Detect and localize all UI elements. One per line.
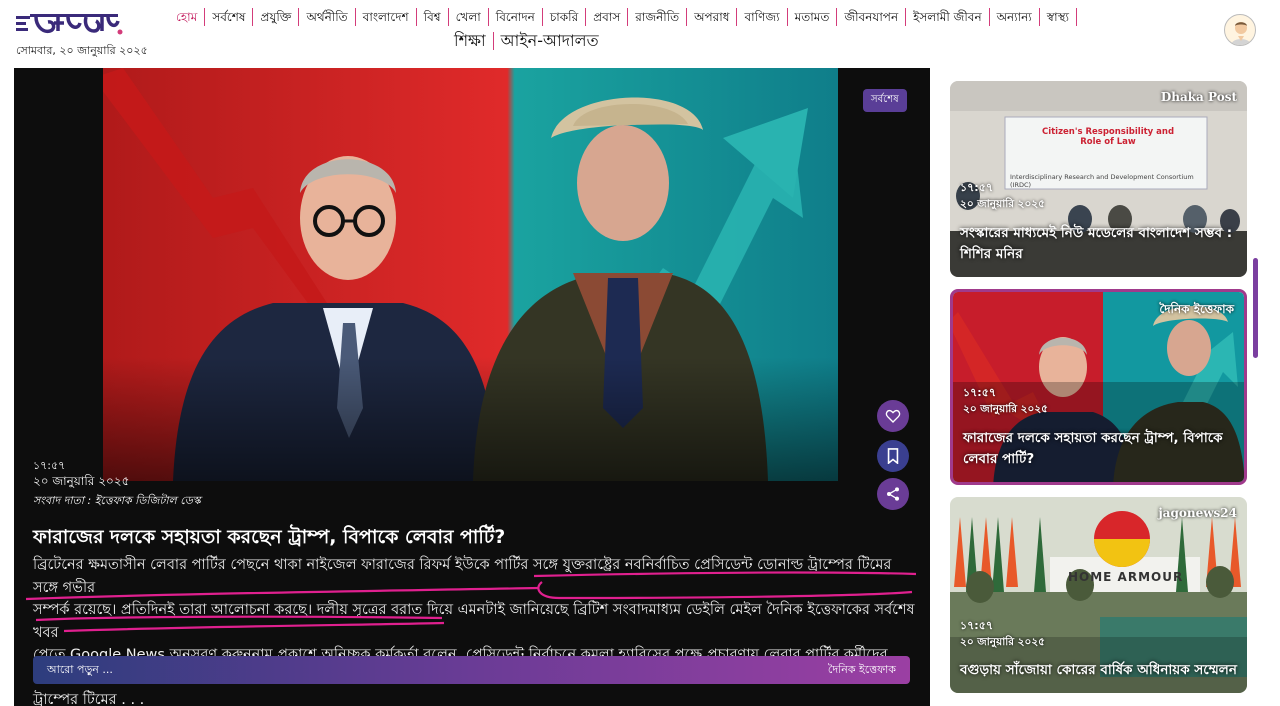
nav-item[interactable]: হোম [168, 8, 206, 26]
card-time: ১৭:৫৭ [963, 386, 996, 399]
banner-title: Citizen's Responsibility and Role of Law [1041, 127, 1175, 147]
nav-item[interactable]: সর্বশেষ [205, 8, 254, 26]
card-date: ২০ জানুয়ারি ২০২৫ [960, 198, 1045, 210]
sidebar-news-card[interactable]: Citizen's Responsibility and Role of Law… [950, 81, 1247, 277]
user-avatar[interactable] [1224, 14, 1256, 46]
nav-item[interactable]: বাণিজ্য [737, 8, 788, 26]
card-title[interactable]: সংস্কারের মাধ্যমেই নিউ মডেলের বাংলাদেশ স… [960, 223, 1242, 265]
card-source: Dhaka Post [1160, 90, 1237, 104]
card-source: jagonews24 [1158, 506, 1237, 520]
top-header: সোমবার, ২০ জানুয়ারি ২০২৫ হোম সর্বশেষ প্রয… [0, 0, 1280, 66]
read-more-link[interactable]: আরো পড়ুন ... [47, 661, 113, 680]
summary-line: সম্পর্ক রয়েছে। প্রতিদিনই তারা আলোচনা কর… [33, 602, 915, 641]
publisher-name: দৈনিক ইত্তেফাক [827, 662, 896, 676]
nav-item[interactable]: বিশ্ব [417, 8, 449, 26]
share-icon [887, 487, 899, 501]
nav-item[interactable]: অপরাধ [687, 8, 738, 26]
news-headline[interactable]: ফারাজের দলকে সহায়তা করছেন ট্রাম্প, বিপা… [33, 523, 505, 555]
nav-row-secondary: শিক্ষা আইন-আদালত [447, 32, 606, 50]
summary-line: ট্রাম্পের টিমের . . . [33, 692, 145, 706]
nav-item[interactable]: বাংলাদেশ [356, 8, 417, 26]
news-reporter: সংবাদ দাতা : ইত্তেফাক ডিজিটাল ডেস্ক [33, 494, 201, 507]
nav-item[interactable]: চাকরি [543, 8, 587, 26]
nav-item[interactable]: জীবনযাপন [837, 8, 907, 26]
card-time: ১৭:৫৭ [960, 619, 993, 632]
card-source: দৈনিক ইত্তেফাক [1159, 302, 1234, 316]
like-button[interactable] [877, 400, 909, 432]
nav-row-primary: হোম সর্বশেষ প্রযুক্তি অর্থনীতি বাংলাদেশ বিশ্ব… [168, 6, 1208, 28]
read-more-bar[interactable]: আরো পড়ুন ... দৈনিক ইত্তেফাক [33, 656, 910, 684]
card-date: ২০ জানুয়ারি ২০২৫ [963, 403, 1048, 415]
sidebar-news-card[interactable]: HOME ARMOUR jagonews24 ১৭:৫৭ ২০ জানুয়ার… [950, 497, 1247, 693]
user-icon [1231, 22, 1251, 45]
nav-item[interactable]: প্রযুক্তি [253, 8, 300, 26]
card-title[interactable]: ফারাজের দলকে সহায়তা করছেন ট্রাম্প, বিপা… [963, 428, 1244, 470]
heart-icon [885, 409, 901, 423]
nav-item[interactable]: অন্যান্য [990, 8, 1040, 26]
nav-item[interactable]: আইন-আদালত [494, 32, 606, 50]
featured-image[interactable] [103, 68, 838, 481]
card-date: ২০ জানুয়ারি ২০২৫ [960, 636, 1045, 648]
bookmark-button[interactable] [877, 440, 909, 472]
main-nav: হোম সর্বশেষ প্রযুক্তি অর্থনীতি বাংলাদেশ বিশ্ব… [168, 6, 1208, 28]
featured-news-card[interactable]: সর্বশেষ ১৭:৫৭ ২০ জানুয়ারি ২০২৫ সংবাদ দা… [14, 68, 930, 706]
nav-item[interactable]: স্বাস্থ্য [1040, 8, 1078, 26]
banner-subtitle: Interdisciplinary Research and Developme… [1010, 173, 1194, 189]
bookmark-icon [887, 448, 899, 464]
banner-text: HOME ARMOUR [1068, 570, 1184, 584]
nav-item[interactable]: মতামত [788, 8, 838, 26]
nav-item[interactable]: অর্থনীতি [299, 8, 356, 26]
sidebar-news-card[interactable]: দৈনিক ইত্তেফাক ১৭:৫৭ ২০ জানুয়ারি ২০২৫ ফ… [950, 289, 1247, 485]
category-badge[interactable]: সর্বশেষ [863, 89, 907, 112]
site-logo[interactable] [16, 10, 126, 38]
card-title[interactable]: বগুড়ায় সাঁজোয়া কোরের বার্ষিক অধিনায়ক… [960, 660, 1242, 681]
nav-item[interactable]: বিনোদন [489, 8, 543, 26]
nav-item[interactable]: শিক্ষা [447, 32, 494, 50]
current-date: সোমবার, ২০ জানুয়ারি ২০২৫ [16, 44, 148, 57]
nav-item[interactable]: খেলা [449, 8, 489, 26]
scrollbar-thumb[interactable] [1253, 258, 1258, 358]
news-date: ২০ জানুয়ারি ২০২৫ [33, 474, 130, 488]
nav-item[interactable]: প্রবাস [586, 8, 629, 26]
nav-item[interactable]: ইসলামী জীবন [906, 8, 990, 26]
share-button[interactable] [877, 478, 909, 510]
summary-line: ব্রিটেনের ক্ষমতাসীন লেবার পার্টির পেছনে … [33, 557, 892, 596]
card-time: ১৭:৫৭ [960, 181, 993, 194]
nav-item[interactable]: রাজনীতি [628, 8, 688, 26]
